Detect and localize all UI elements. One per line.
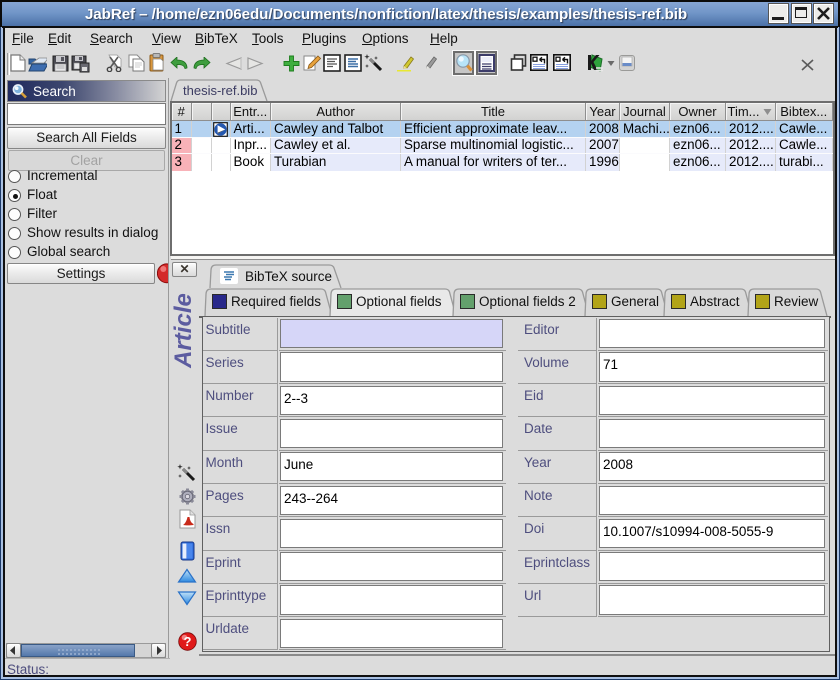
svg-text:?: ? xyxy=(184,634,192,649)
